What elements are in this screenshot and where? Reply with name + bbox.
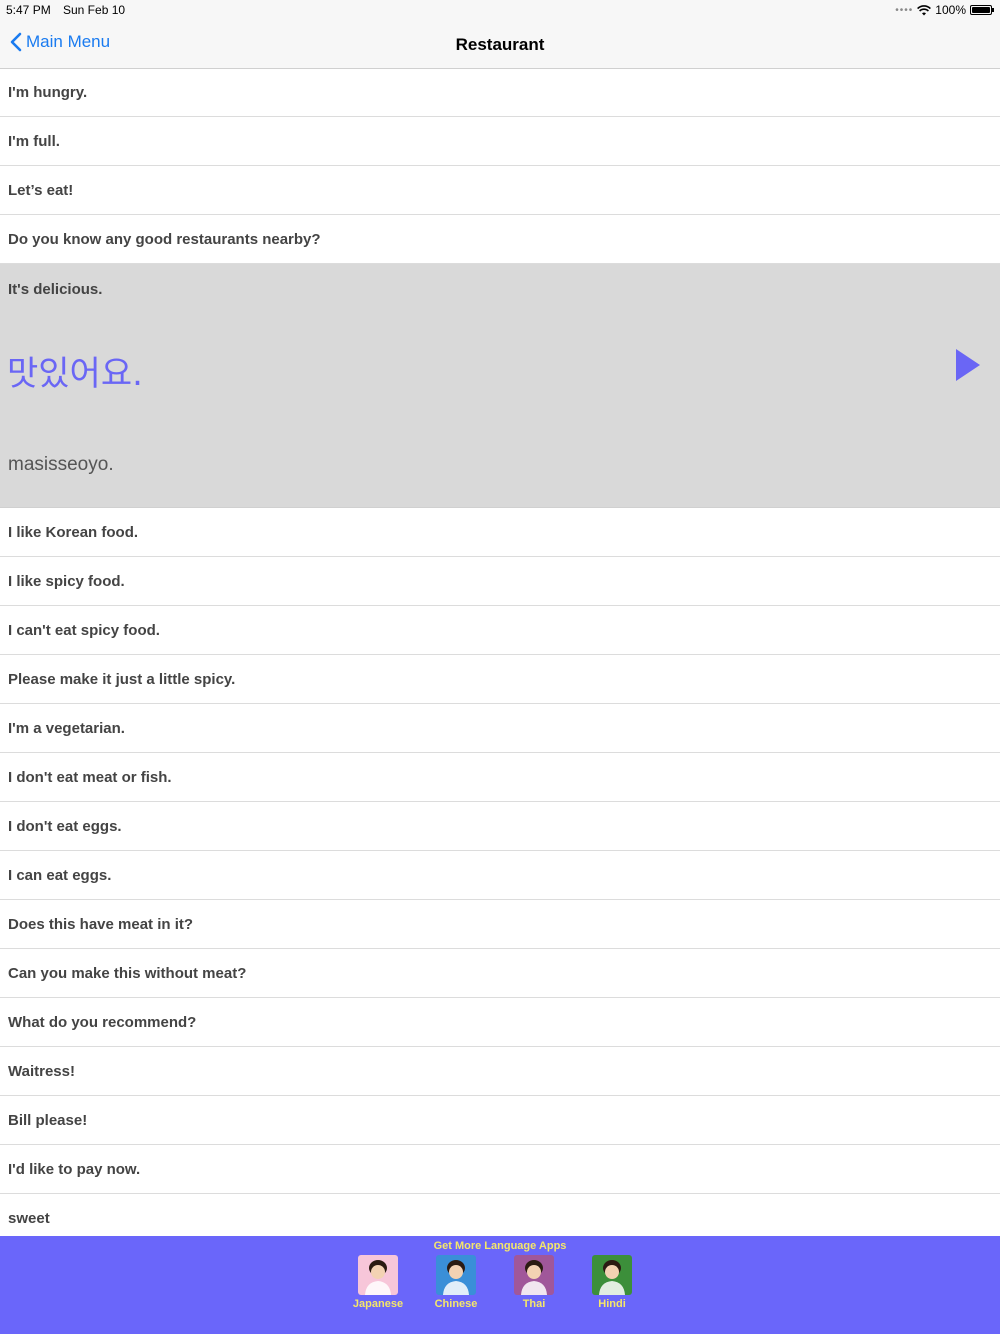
phrase-label: I'd like to pay now. [8,1160,141,1178]
phrase-row[interactable]: What do you recommend? [0,998,1000,1047]
phrase-label: Let’s eat! [8,181,74,199]
more-apps-banner: Get More Language Apps Japanese Chinese Th… [0,1236,1000,1334]
language-app-3[interactable]: Hindi [592,1255,632,1310]
phrase-label: sweet [8,1209,50,1227]
wifi-icon [917,4,932,15]
more-apps-title: Get More Language Apps [433,1240,567,1252]
phrase-row[interactable]: Waitress! [0,1047,1000,1096]
phrase-row[interactable]: Let’s eat! [0,166,1000,215]
phrase-label: I don't eat eggs. [8,817,122,835]
selected-phrase-romanization: masisseoyo. [8,454,114,475]
status-time: 5:47 PM [6,3,51,17]
phrase-label: I like Korean food. [8,523,139,541]
phrase-row[interactable]: Do you know any good restaurants nearby? [0,215,1000,264]
phrase-label: I don't eat meat or fish. [8,768,172,786]
phrase-label: I can't eat spicy food. [8,621,160,639]
selected-phrase-english: It's delicious. [8,281,103,298]
phrase-row[interactable]: I can't eat spicy food. [0,606,1000,655]
japanese-app-icon [358,1255,398,1295]
phrase-label: I'm a vegetarian. [8,719,125,737]
phrase-label: I like spicy food. [8,572,125,590]
phrase-label: I'm full. [8,132,60,150]
language-app-0[interactable]: Japanese [353,1255,403,1310]
language-app-1[interactable]: Chinese [434,1255,478,1310]
phrase-row[interactable]: Please make it just a little spicy. [0,655,1000,704]
language-app-label: Chinese [434,1298,478,1310]
phrase-row[interactable]: I like Korean food. [0,508,1000,557]
phrase-label: Bill please! [8,1111,88,1129]
phrase-row[interactable]: I'm full. [0,117,1000,166]
phrase-row[interactable]: Can you make this without meat? [0,949,1000,998]
selected-phrase-panel[interactable]: It's delicious. 맛있어요. masisseoyo. [0,264,1000,508]
phrase-label: I can eat eggs. [8,866,112,884]
navigation-bar: Main Menu Restaurant [0,20,1000,69]
language-app-label: Thai [522,1298,546,1310]
chinese-app-icon [436,1255,476,1295]
language-app-2[interactable]: Thai [514,1255,554,1310]
signal-icon: •••• [895,4,914,16]
thai-app-icon [514,1255,554,1295]
status-bar: 5:47 PM Sun Feb 10 •••• 100% [0,0,1000,20]
battery-percent: 100% [935,3,966,17]
phrase-row[interactable]: I don't eat eggs. [0,802,1000,851]
phrase-row[interactable]: I'm a vegetarian. [0,704,1000,753]
language-app-label: Hindi [598,1298,626,1310]
phrase-row[interactable]: Does this have meat in it? [0,900,1000,949]
phrase-label: Do you know any good restaurants nearby? [8,230,321,248]
phrase-label: Can you make this without meat? [8,964,247,982]
phrase-list: I'm hungry. I'm full. Let’s eat! Do you kno… [0,69,1000,1243]
status-indicators: •••• 100% [895,3,994,17]
phrase-label: I'm hungry. [8,84,88,101]
language-app-list: Japanese Chinese Thai Hindi [353,1255,632,1310]
phrase-label: Does this have meat in it? [8,915,194,933]
battery-icon [970,5,994,15]
phrase-row[interactable]: I don't eat meat or fish. [0,753,1000,802]
status-date: Sun Feb 10 [63,3,126,17]
phrase-label: What do you recommend? [8,1013,197,1031]
play-audio-icon[interactable] [956,349,980,381]
language-app-label: Japanese [352,1298,404,1310]
phrase-label: Please make it just a little spicy. [8,670,236,688]
phrase-row[interactable]: I'm hungry. [0,69,1000,117]
hindi-app-icon [592,1255,632,1295]
phrase-label: Waitress! [8,1062,75,1080]
selected-phrase-korean: 맛있어요. [7,354,143,394]
phrase-row[interactable]: I'd like to pay now. [0,1145,1000,1194]
phrase-row[interactable]: Bill please! [0,1096,1000,1145]
phrase-row[interactable]: I can eat eggs. [0,851,1000,900]
phrase-row[interactable]: I like spicy food. [0,557,1000,606]
page-title: Restaurant [455,35,545,54]
